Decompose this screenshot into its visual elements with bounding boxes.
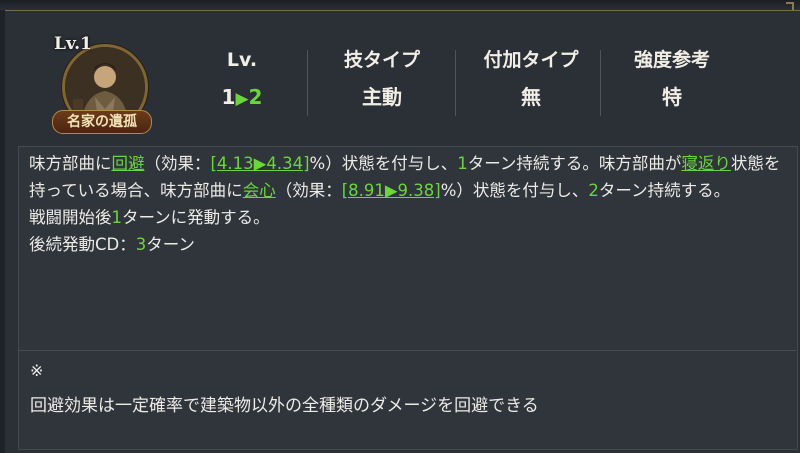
desc-text: %）状態を付与し、 xyxy=(309,154,458,173)
desc-text: 後続発動CD： xyxy=(29,235,136,254)
desc-text: ターンに発動する。 xyxy=(122,208,270,227)
cooldown-count: 3 xyxy=(135,235,147,254)
turn-count: 1 xyxy=(457,154,468,173)
keyword-critical-link[interactable]: 会心 xyxy=(243,181,276,200)
stat-level: Lv. 1▶2 xyxy=(200,46,284,120)
desc-text: 戦闘開始後 xyxy=(29,208,112,227)
level-from: 1 xyxy=(221,85,236,109)
desc-text: %）状態を付与し、 xyxy=(440,181,589,200)
keyword-betray-link[interactable]: 寝返り xyxy=(681,154,731,173)
stat-skill-type: 技タイプ 主動 xyxy=(322,46,442,120)
description-paragraph: 戦闘開始後1ターンに発動する。 xyxy=(29,204,789,231)
level-arrow-icon: ▶ xyxy=(235,89,249,109)
skill-name-plate: 名家の遺孤 xyxy=(52,110,152,134)
stat-divider xyxy=(455,50,456,116)
stat-skill-type-value: 主動 xyxy=(362,85,402,109)
value-range: [4.13▶4.34] xyxy=(210,154,310,173)
note-mark: ※ xyxy=(30,361,44,380)
note-text: 回避効果は一定確率で建築物以外の全種類のダメージを回避できる xyxy=(30,396,539,416)
skill-icon-block: Lv.1 名家の遺孤 xyxy=(44,34,158,136)
desc-text: ターン持続する。 xyxy=(598,181,731,200)
desc-text: （効果： xyxy=(275,181,342,200)
value-range: [8.91▶9.38] xyxy=(341,181,441,200)
stat-strength-label: 強度参考 xyxy=(633,49,710,71)
stat-extra-type-value: 無 xyxy=(521,85,541,109)
stat-extra-type: 付加タイプ 無 xyxy=(466,46,596,120)
note-divider xyxy=(18,350,796,351)
description-paragraph: 後続発動CD：3ターン xyxy=(29,231,789,258)
stat-level-value: 1▶2 xyxy=(200,80,284,116)
keyword-evade-link[interactable]: 回避 xyxy=(112,154,145,173)
stat-skill-type-label: 技タイプ xyxy=(343,49,420,71)
corner-ornament-icon xyxy=(754,0,794,10)
desc-text: 味方部曲に xyxy=(29,154,112,173)
turn-count: 1 xyxy=(111,208,123,227)
desc-text: ターン持続する。味方部曲が xyxy=(467,154,682,173)
desc-text: ターン xyxy=(146,235,195,254)
stat-divider xyxy=(307,50,308,116)
turn-count: 2 xyxy=(588,181,599,200)
skill-level-badge: Lv.1 xyxy=(54,34,92,54)
stat-strength: 強度参考 特 xyxy=(610,46,734,120)
skill-description: 味方部曲に回避（効果：[4.13▶4.34]%）状態を付与し、1ターン持続する。… xyxy=(29,150,789,258)
window-top-frame xyxy=(0,0,800,11)
desc-text: （効果： xyxy=(144,154,211,173)
window-left-frame xyxy=(0,10,5,453)
stat-extra-type-label: 付加タイプ xyxy=(483,49,579,71)
stat-level-label: Lv. xyxy=(226,49,258,71)
level-to: 2 xyxy=(248,85,263,109)
description-paragraph: 味方部曲に回避（効果：[4.13▶4.34]%）状態を付与し、1ターン持続する。… xyxy=(29,150,789,204)
stat-divider xyxy=(600,50,601,116)
stat-strength-value: 特 xyxy=(662,85,682,109)
